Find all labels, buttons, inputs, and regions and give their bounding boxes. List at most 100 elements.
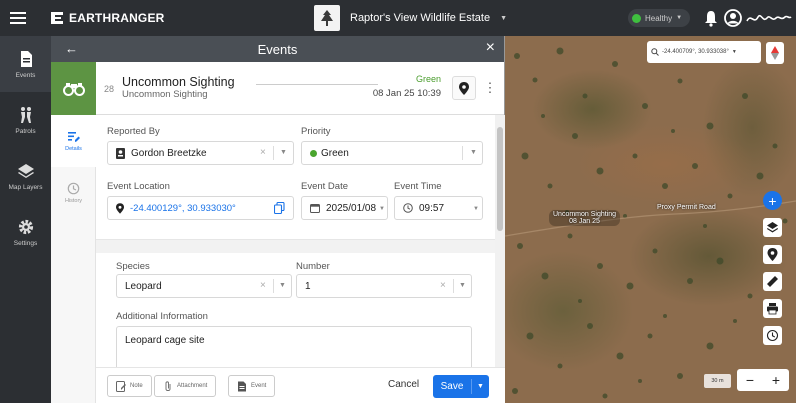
clear-icon[interactable]: × [440,280,446,291]
add-report-button[interactable]: + [763,191,782,210]
coordinate-search[interactable]: -24.400709°, 30.933038° ▼ [647,41,761,63]
copy-icon[interactable] [274,202,285,214]
cancel-button[interactable]: Cancel [388,379,419,390]
clear-icon[interactable]: × [260,280,266,291]
form-scrollbar[interactable] [495,115,505,367]
event-label: Event [251,383,267,389]
brand-logo[interactable]: EARTHRANGER [50,11,165,25]
zoom-out-button[interactable]: − [737,372,763,388]
measure-button[interactable] [763,272,782,291]
save-label: Save [440,381,464,392]
left-nav: Events Patrols Map Layers Settings [0,36,51,403]
number-label: Number [296,261,330,272]
gear-icon [18,219,33,234]
add-event-button[interactable]: Event [228,375,276,397]
zoom-in-button[interactable]: + [763,372,789,388]
location-field[interactable]: -24.400129°, 30.933030° [107,196,294,220]
location-value[interactable]: -24.400129°, 30.933030° [130,203,236,214]
location-label: Event Location [107,181,170,192]
field-separator [453,279,454,293]
printer-icon [767,303,778,315]
species-value: Leopard [125,280,162,292]
location-pin-icon [459,81,469,95]
priority-select[interactable]: Green ▼ [301,141,483,165]
location-pin-icon [767,248,778,261]
location-button[interactable] [763,245,782,264]
compass-icon [771,46,779,60]
compass-button[interactable] [766,42,784,64]
site-logo-icon [314,5,340,31]
species-label: Species [116,261,150,272]
additional-info-value: Leopard cage site [125,335,205,346]
tab-details[interactable]: Details [51,115,96,167]
site-selector[interactable]: Raptor's View Wildlife Estate ▼ [314,5,507,31]
add-note-button[interactable]: Note [107,375,152,397]
close-icon[interactable]: × [486,39,495,57]
reported-by-label: Reported By [107,126,160,137]
event-priority: Green [415,74,441,84]
paperclip-icon [165,380,171,391]
back-arrow-icon[interactable]: ← [65,41,78,56]
add-attachment-button[interactable]: Attachment [154,375,217,397]
nav-label: Events [15,71,36,79]
calendar-icon [310,203,320,213]
time-field[interactable]: 09:57 ▼ [394,196,483,220]
number-value: 1 [305,280,311,292]
chevron-down-icon[interactable]: ▼ [379,206,385,212]
map-tools: + [763,191,782,345]
date-field[interactable]: 2025/01/08 ▼ [301,196,388,220]
tabs-column: Details History [51,115,96,403]
more-options-icon[interactable]: ⋮ [481,76,499,100]
layers-button[interactable] [763,218,782,237]
additional-info-textarea[interactable]: Leopard cage site [116,326,472,367]
location-pin-icon [116,202,124,214]
map-view[interactable]: -24.400709°, 30.933038° ▼ Uncommon Sight… [505,36,796,403]
clock-icon [766,329,779,342]
chevron-down-icon[interactable]: ▼ [280,149,287,156]
print-button[interactable] [763,299,782,318]
chevron-down-icon[interactable]: ▼ [279,282,286,289]
species-select[interactable]: Leopard × ▼ [116,274,292,298]
tab-history[interactable]: History [51,167,96,219]
chevron-down-icon[interactable]: ▼ [459,282,466,289]
layers-icon [17,163,34,178]
timeline-button[interactable] [763,326,782,345]
nav-item-map-layers[interactable]: Map Layers [0,148,51,204]
health-status-button[interactable]: Healthy ▼ [628,9,691,27]
marker-label-date: 08 Jan 25 [569,218,600,225]
save-button[interactable]: Save ▼ [433,375,489,398]
health-label: Healthy [645,13,673,23]
clear-icon[interactable]: × [260,147,266,158]
additional-info-label: Additional Information [116,311,208,322]
binoculars-icon [51,62,96,115]
menu-icon[interactable] [0,0,36,36]
layers-icon [767,222,778,233]
details-icon [68,132,80,142]
event-title[interactable]: Uncommon Sighting [122,75,235,89]
location-pin-button[interactable] [452,76,476,100]
document-icon [20,50,32,67]
field-separator [462,146,463,160]
chevron-down-icon[interactable]: ▼ [473,206,479,212]
search-icon [651,48,659,56]
zoom-control: − + [737,369,789,391]
green-priority-dot-icon [310,149,317,157]
number-select[interactable]: 1 × ▼ [296,274,472,298]
nav-item-patrols[interactable]: Patrols [0,92,51,148]
marker-label-title: Uncommon Sighting [553,211,617,218]
chevron-down-icon[interactable]: ▼ [472,383,489,390]
scroll-thumb[interactable] [497,127,503,231]
event-marker-label[interactable]: Uncommon Sighting 08 Jan 25 [549,210,621,226]
nav-item-settings[interactable]: Settings [0,204,51,260]
date-value: 2025/01/08 [326,202,377,214]
bell-icon[interactable] [702,9,720,27]
reported-by-select[interactable]: Gordon Breetzke × ▼ [107,141,294,165]
chevron-down-icon[interactable]: ▼ [470,149,477,156]
nav-item-events[interactable]: Events [0,36,51,92]
user-avatar-icon[interactable] [724,9,742,27]
history-icon [67,182,80,195]
nav-label: Settings [13,239,38,247]
panel-footer: Note Attachment Event Cancel Save ▼ [96,367,505,403]
event-serial: 28 [104,84,115,94]
patrol-icon [20,106,31,123]
